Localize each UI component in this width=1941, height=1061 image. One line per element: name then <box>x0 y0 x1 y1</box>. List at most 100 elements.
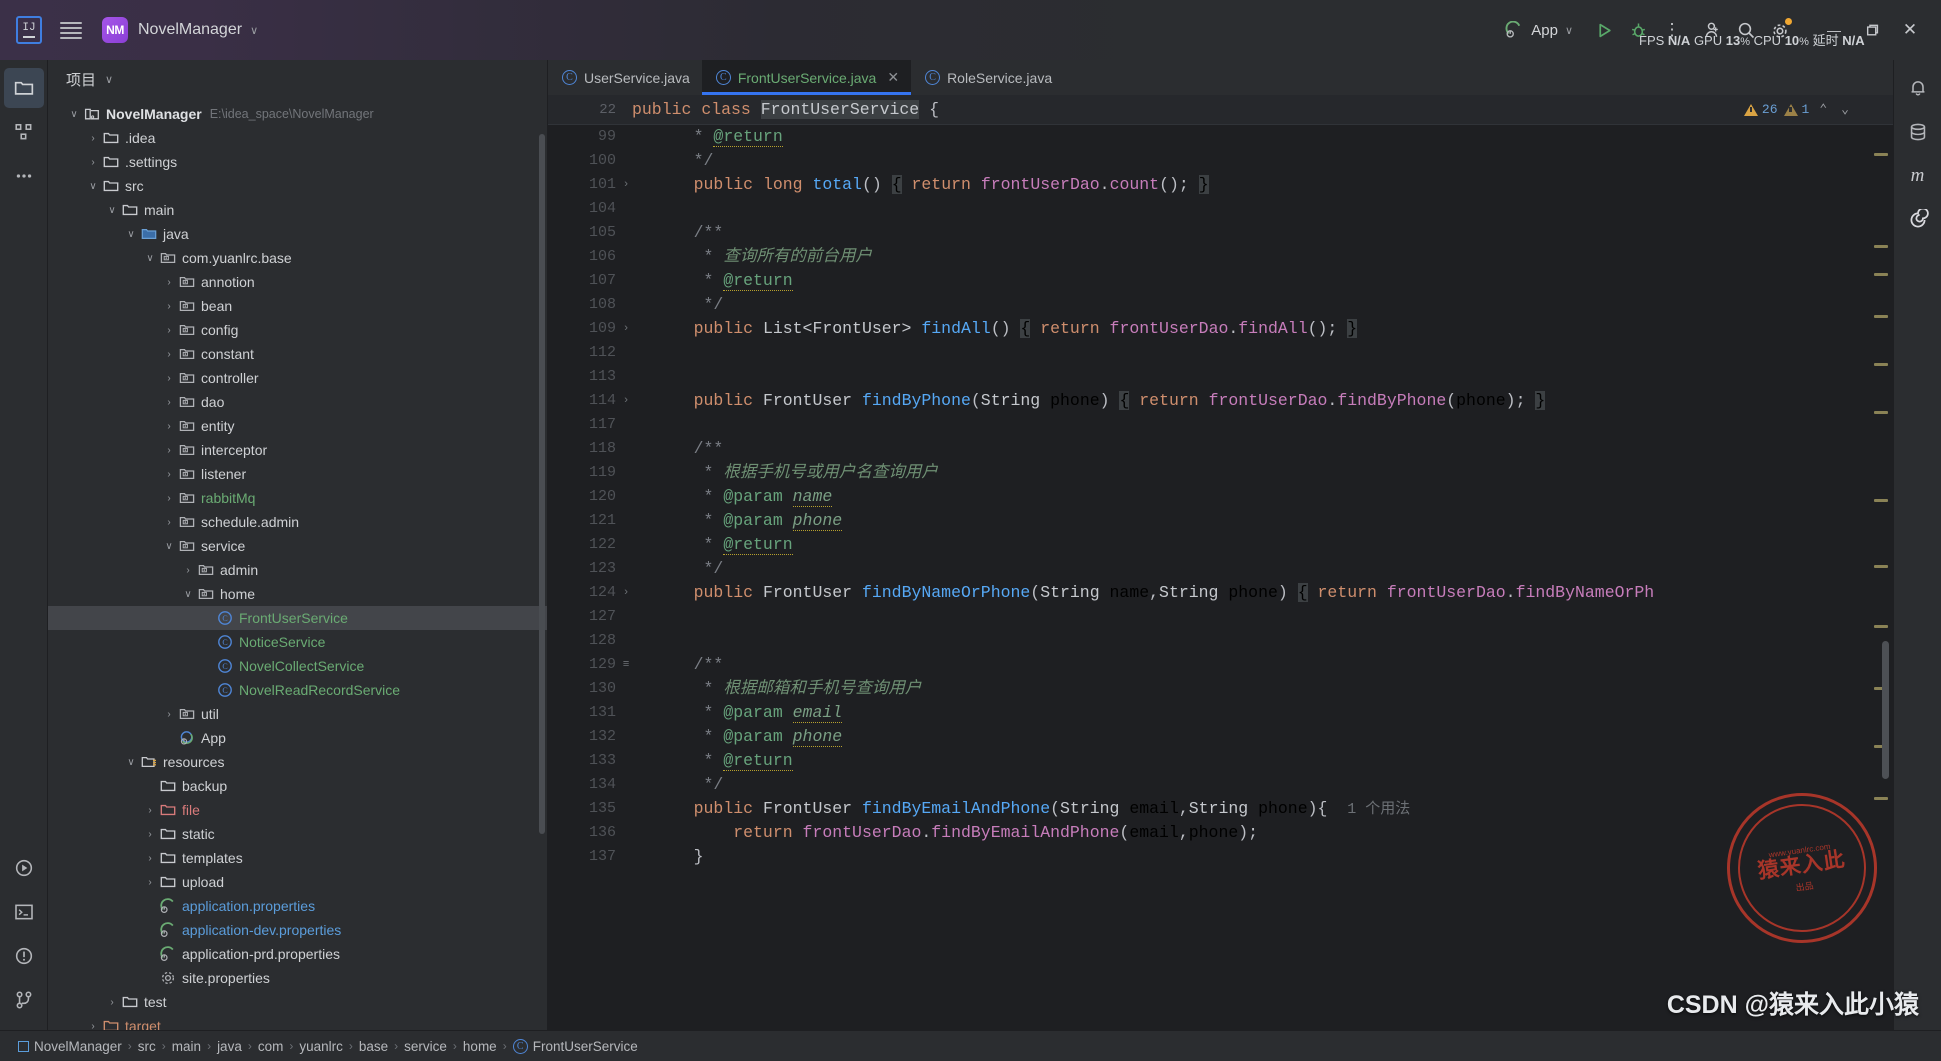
code-line[interactable]: * @param email <box>654 701 1867 725</box>
weak-warning-count[interactable]: 1 <box>1783 102 1809 117</box>
tree-expand-arrow-icon[interactable]: ∨ <box>66 109 82 120</box>
tree-item-schedule-admin[interactable]: › schedule.admin <box>48 510 547 534</box>
database-icon[interactable] <box>1898 112 1938 152</box>
tree-item--settings[interactable]: › .settings <box>48 150 547 174</box>
breadcrumb[interactable]: NovelManager › src › main › java › com › yuanlrc › b… <box>14 1038 642 1054</box>
tree-expand-arrow-icon[interactable]: › <box>104 997 120 1008</box>
tree-expand-arrow-icon[interactable]: › <box>85 133 101 144</box>
code-editor[interactable]: 99 100 101 › 104 105 106 107 108 109 › 112 113 114 › 11… <box>548 125 1893 1030</box>
code-line[interactable]: * @param name <box>654 485 1867 509</box>
tree-expand-arrow-icon[interactable]: › <box>161 445 177 456</box>
code-line[interactable]: * @param phone <box>654 509 1867 533</box>
maven-icon[interactable]: m <box>1898 156 1938 196</box>
code-line[interactable]: return frontUserDao.findByEmailAndPhone(… <box>654 821 1867 845</box>
editor-vertical-scrollbar[interactable] <box>1882 641 1889 779</box>
tree-item-static[interactable]: › static <box>48 822 547 846</box>
code-line[interactable]: /** <box>654 653 1867 677</box>
tree-item-resources[interactable]: ∨ resources <box>48 750 547 774</box>
sidebar-item-structure[interactable] <box>4 112 44 152</box>
tree-item-templates[interactable]: › templates <box>48 846 547 870</box>
marker-warning[interactable] <box>1874 499 1888 502</box>
main-menu-icon[interactable] <box>60 19 82 42</box>
code-line[interactable]: */ <box>654 293 1867 317</box>
tree-expand-arrow-icon[interactable]: › <box>142 877 158 888</box>
breadcrumb-item-java[interactable]: java <box>213 1039 246 1054</box>
tree-expand-arrow-icon[interactable]: › <box>161 469 177 480</box>
tree-item-config[interactable]: › config <box>48 318 547 342</box>
tree-item-application-properties[interactable]: application.properties <box>48 894 547 918</box>
tree-item-upload[interactable]: › upload <box>48 870 547 894</box>
marker-warning[interactable] <box>1874 363 1888 366</box>
sidebar-item-version-control[interactable] <box>4 980 44 1020</box>
project-chevron-down-icon[interactable]: ∨ <box>250 24 258 37</box>
editor-code-lines[interactable]: * @return */ public long total() { retur… <box>632 125 1867 1030</box>
tree-item-noticeservice[interactable]: C NoticeService <box>48 630 547 654</box>
breadcrumb-item-yuanlrc[interactable]: yuanlrc <box>295 1039 347 1054</box>
code-line[interactable]: public FrontUser findByPhone(String phon… <box>654 389 1867 413</box>
code-line[interactable]: } <box>654 845 1867 869</box>
close-tab-icon[interactable]: ✕ <box>887 69 899 86</box>
tree-expand-arrow-icon[interactable]: ∨ <box>123 757 139 768</box>
editor-tab-bar[interactable]: C UserService.java C FrontUserService.java ✕… <box>548 60 1893 95</box>
code-line[interactable] <box>654 413 1867 437</box>
tree-expand-arrow-icon[interactable]: ∨ <box>161 541 177 552</box>
tree-item-bean[interactable]: › bean <box>48 294 547 318</box>
code-line[interactable]: * @param phone <box>654 725 1867 749</box>
editor-tab-userservice-java[interactable]: C UserService.java <box>548 60 702 95</box>
code-line[interactable]: public FrontUser findByNameOrPhone(Strin… <box>654 581 1867 605</box>
code-line[interactable] <box>654 605 1867 629</box>
tree-item-entity[interactable]: › entity <box>48 414 547 438</box>
code-line[interactable]: * @return <box>654 269 1867 293</box>
tree-expand-arrow-icon[interactable]: ∨ <box>104 205 120 216</box>
tree-expand-arrow-icon[interactable]: › <box>142 805 158 816</box>
code-line[interactable]: */ <box>654 557 1867 581</box>
close-button[interactable]: ✕ <box>1891 13 1929 47</box>
code-line[interactable]: * 根据邮箱和手机号查询用户 <box>654 677 1867 701</box>
tree-expand-arrow-icon[interactable]: › <box>180 565 196 576</box>
tree-expand-arrow-icon[interactable]: ∨ <box>142 253 158 264</box>
tree-item-interceptor[interactable]: › interceptor <box>48 438 547 462</box>
code-line[interactable] <box>654 197 1867 221</box>
tree-expand-arrow-icon[interactable]: › <box>161 325 177 336</box>
tree-expand-arrow-icon[interactable]: › <box>142 829 158 840</box>
tree-expand-arrow-icon[interactable]: › <box>161 517 177 528</box>
intellij-logo-icon[interactable]: IJ <box>16 16 42 44</box>
marker-warning[interactable] <box>1874 245 1888 248</box>
tree-item-src[interactable]: ∨ src <box>48 174 547 198</box>
breadcrumb-item-novelmanager[interactable]: NovelManager <box>14 1039 126 1054</box>
breadcrumb-item-base[interactable]: base <box>355 1039 392 1054</box>
project-name-label[interactable]: NovelManager <box>138 21 242 39</box>
tree-expand-arrow-icon[interactable]: › <box>161 373 177 384</box>
sidebar-item-more[interactable] <box>4 156 44 196</box>
breadcrumb-item-com[interactable]: com <box>254 1039 288 1054</box>
tree-item-app[interactable]: App <box>48 726 547 750</box>
breadcrumb-item-src[interactable]: src <box>134 1039 160 1054</box>
code-line[interactable]: */ <box>654 773 1867 797</box>
tree-expand-arrow-icon[interactable]: › <box>85 1021 101 1031</box>
breadcrumb-item-home[interactable]: home <box>459 1039 501 1054</box>
sidebar-item-project[interactable] <box>3 68 44 108</box>
code-line[interactable]: * @return <box>654 533 1867 557</box>
tree-item-com-yuanlrc-base[interactable]: ∨ com.yuanlrc.base <box>48 246 547 270</box>
code-line[interactable]: public List<FrontUser> findAll() { retur… <box>654 317 1867 341</box>
project-tree[interactable]: ∨ NovelManager E:\idea_space\NovelManager ›… <box>48 98 547 1030</box>
editor-tab-roleservice-java[interactable]: C RoleService.java <box>911 60 1064 95</box>
code-line[interactable]: * 根据手机号或用户名查询用户 <box>654 461 1867 485</box>
tree-item-listener[interactable]: › listener <box>48 462 547 486</box>
code-line[interactable]: public FrontUser findByEmailAndPhone(Str… <box>654 797 1867 821</box>
tree-item-controller[interactable]: › controller <box>48 366 547 390</box>
code-line[interactable] <box>654 629 1867 653</box>
tree-item-application-dev-properties[interactable]: application-dev.properties <box>48 918 547 942</box>
tree-item-service[interactable]: ∨ service <box>48 534 547 558</box>
code-line[interactable]: /** <box>654 437 1867 461</box>
tree-expand-arrow-icon[interactable]: › <box>161 277 177 288</box>
tree-expand-arrow-icon[interactable]: ∨ <box>180 589 196 600</box>
code-line[interactable]: */ <box>654 149 1867 173</box>
tree-item-site-properties[interactable]: site.properties <box>48 966 547 990</box>
marker-warning[interactable] <box>1874 797 1888 800</box>
tree-expand-arrow-icon[interactable]: › <box>85 157 101 168</box>
tree-item-main[interactable]: ∨ main <box>48 198 547 222</box>
sidebar-item-problems[interactable] <box>4 936 44 976</box>
tree-item-annotion[interactable]: › annotion <box>48 270 547 294</box>
previous-problem-icon[interactable]: ⌃ <box>1815 102 1831 117</box>
